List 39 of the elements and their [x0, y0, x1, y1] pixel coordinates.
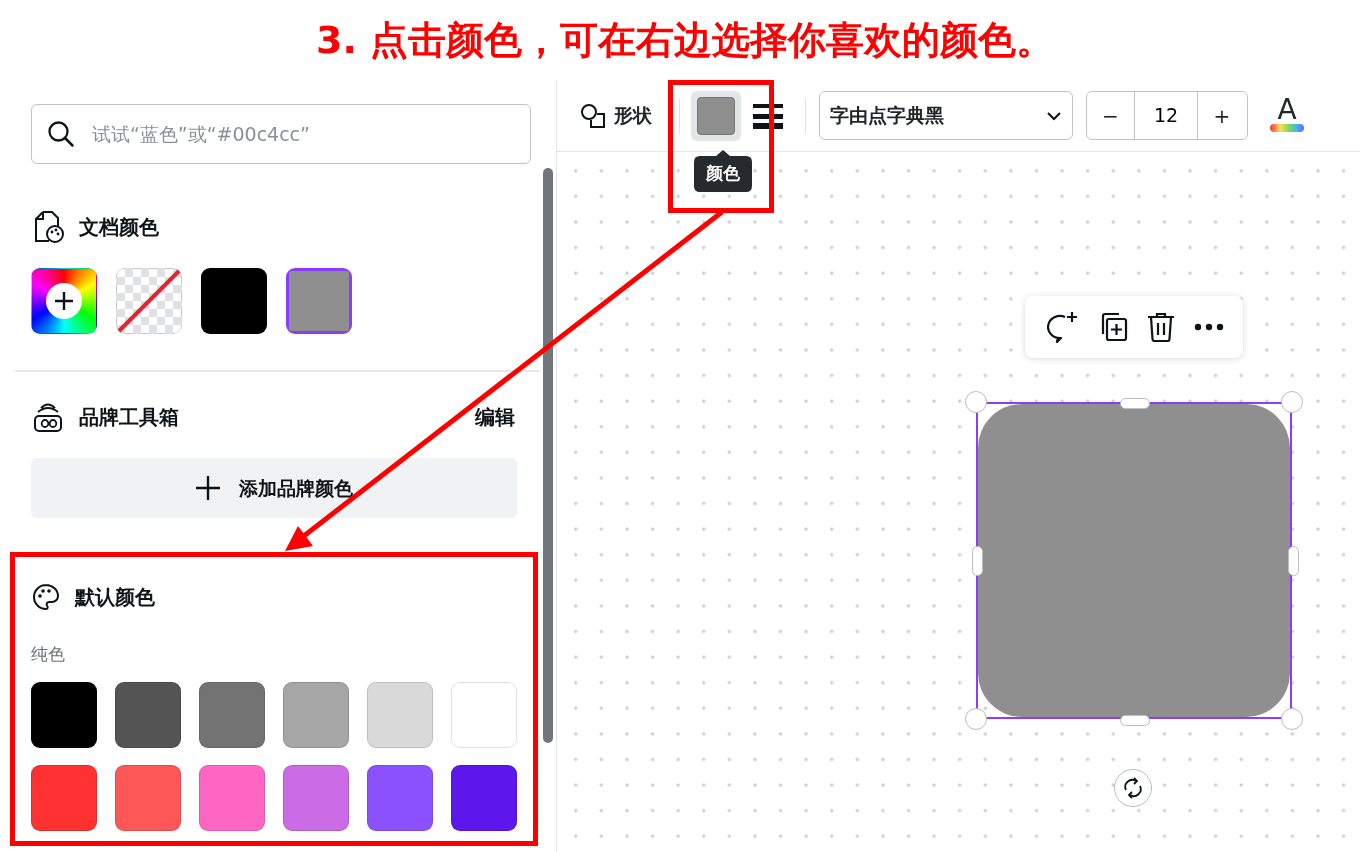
add-color-button[interactable]: [31, 268, 97, 334]
font-dropdown[interactable]: 字由点字典黑: [819, 91, 1073, 140]
resize-handle[interactable]: [965, 391, 987, 413]
plus-icon: [195, 475, 221, 501]
resize-handle[interactable]: [1281, 391, 1303, 413]
increase-button[interactable]: +: [1197, 92, 1246, 139]
border-style-icon[interactable]: [753, 102, 783, 129]
section-title: 品牌工具箱: [79, 404, 179, 431]
tooltip: 颜色: [694, 150, 752, 192]
edit-link[interactable]: 编辑: [475, 402, 515, 432]
resize-handle[interactable]: [965, 708, 987, 730]
plus-icon: [45, 282, 83, 320]
shape-icon: [580, 102, 606, 129]
rainbow-bar-icon: [1270, 123, 1304, 132]
resize-handle[interactable]: [1287, 546, 1299, 576]
annotation-title: 3. 点击颜色，可在右边选择你喜欢的颜色。: [315, 17, 1056, 64]
trash-icon[interactable]: [1146, 312, 1175, 342]
section-title: 文档颜色: [79, 214, 159, 241]
font-size-stepper[interactable]: − 12 +: [1086, 91, 1248, 140]
add-brand-color-button[interactable]: 添加品牌颜色: [31, 458, 517, 518]
scrollbar[interactable]: [543, 168, 553, 743]
chevron-down-icon: [1046, 110, 1062, 121]
resize-handle[interactable]: [1281, 708, 1303, 730]
palette-icon: [31, 582, 61, 612]
color-swatch[interactable]: [286, 268, 352, 334]
add-comment-icon[interactable]: [1044, 311, 1079, 343]
section-title: 默认颜色: [75, 584, 155, 611]
transparent-swatch[interactable]: [116, 268, 182, 334]
shape-button[interactable]: 形状: [579, 100, 653, 131]
resize-handle[interactable]: [971, 546, 983, 576]
rotate-icon: [1122, 777, 1144, 799]
text-color-button[interactable]: A: [1269, 95, 1305, 136]
color-button[interactable]: [691, 90, 741, 141]
search-field[interactable]: 试试“蓝色”或“#00c4cc”: [31, 104, 531, 164]
rotate-button[interactable]: [1114, 769, 1152, 807]
resize-handle[interactable]: [1120, 397, 1150, 409]
resize-handle[interactable]: [1120, 714, 1150, 726]
more-icon[interactable]: [1193, 323, 1224, 331]
section-subtitle: 纯色: [31, 643, 66, 666]
